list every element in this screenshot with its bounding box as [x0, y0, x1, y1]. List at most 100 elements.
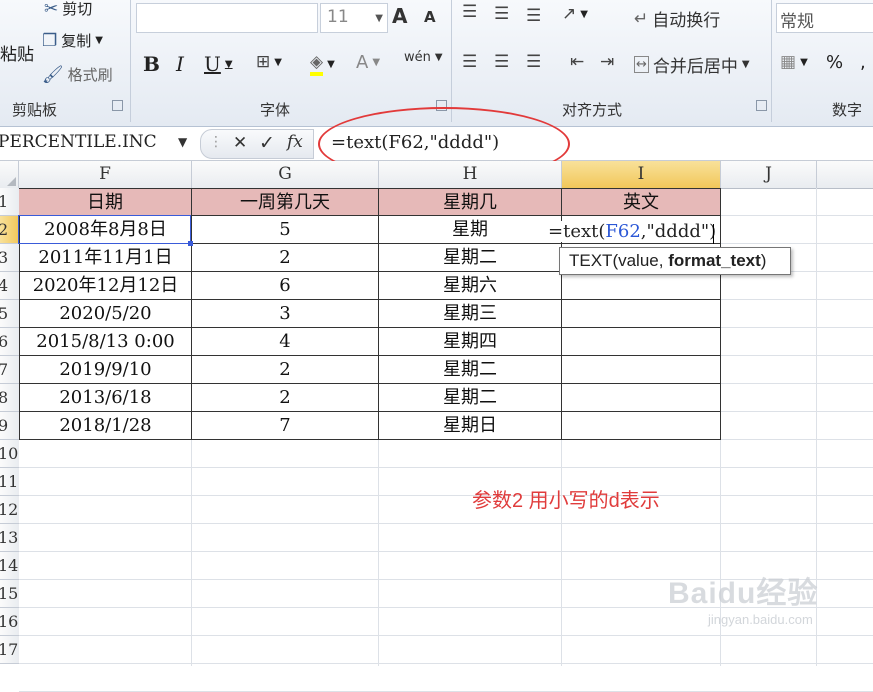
header-cell-english[interactable]: 英文	[562, 188, 721, 216]
english-cell[interactable]	[562, 328, 721, 356]
row-header[interactable]: 8	[0, 384, 19, 412]
row-header[interactable]: 7	[0, 356, 19, 384]
cut-button[interactable]: ✂ 剪切	[44, 0, 92, 19]
comma-button[interactable]: ,	[860, 52, 866, 73]
row-header[interactable]: 11	[0, 468, 19, 496]
weekday-cell[interactable]: 星期二	[379, 244, 562, 272]
column-header-f[interactable]: F	[19, 161, 192, 188]
row-gridline	[19, 467, 873, 468]
weekday-num-cell[interactable]: 6	[192, 272, 379, 300]
column-header-j[interactable]: J	[721, 161, 817, 188]
merge-center-button[interactable]: ↔ 合并后居中 ▼	[634, 52, 750, 77]
date-cell[interactable]: 2020/5/20	[19, 300, 192, 328]
number-format-combo[interactable]: 常规	[776, 3, 873, 33]
weekday-cell[interactable]: 星期四	[379, 328, 562, 356]
header-cell-weekday[interactable]: 星期几	[379, 188, 562, 216]
row-header[interactable]: 17	[0, 636, 19, 664]
weekday-num-cell[interactable]: 2	[192, 244, 379, 272]
column-header-h[interactable]: H	[379, 161, 562, 188]
row-header[interactable]: 1	[0, 188, 19, 216]
date-cell[interactable]: 2018/1/28	[19, 412, 192, 440]
paste-button[interactable]: 粘贴	[0, 40, 34, 65]
weekday-num-cell[interactable]: 7	[192, 412, 379, 440]
row-header[interactable]: 6	[0, 328, 19, 356]
phonetic-button[interactable]: wén ▼	[404, 50, 443, 65]
italic-button[interactable]: I	[176, 52, 184, 76]
row-header[interactable]: 2	[0, 216, 19, 244]
increase-indent-button[interactable]: ⇥	[600, 52, 614, 72]
align-left-button[interactable]: ☰	[462, 52, 477, 72]
row-header[interactable]: 3	[0, 244, 19, 272]
english-cell[interactable]	[562, 412, 721, 440]
wrap-text-button[interactable]: ↵ 自动换行	[634, 6, 720, 32]
row-header[interactable]: 16	[0, 608, 19, 636]
row-header[interactable]: 14	[0, 552, 19, 580]
bold-button[interactable]: B	[143, 52, 160, 76]
editor-func: =text(	[548, 221, 606, 242]
insert-function-button[interactable]: fx	[287, 132, 303, 152]
cancel-button[interactable]: ✕	[233, 133, 247, 153]
weekday-cell[interactable]: 星期二	[379, 384, 562, 412]
cell-editor[interactable]: =text(F62,"dddd")	[548, 221, 719, 242]
borders-button[interactable]: ⊞ ▼	[256, 52, 282, 72]
accounting-format-button[interactable]: ▦ ▼	[780, 52, 808, 72]
underline-button[interactable]: U ▼	[204, 52, 233, 76]
alignment-launcher-icon[interactable]	[756, 100, 767, 111]
row-header[interactable]: 10	[0, 440, 19, 468]
weekday-num-cell[interactable]: 4	[192, 328, 379, 356]
middle-align-button[interactable]: ☰	[494, 4, 509, 24]
weekday-num-cell[interactable]: 3	[192, 300, 379, 328]
align-right-button[interactable]: ☰	[526, 52, 541, 72]
row-header[interactable]: 13	[0, 524, 19, 552]
row-header[interactable]: 9	[0, 412, 19, 440]
weekday-num-cell[interactable]: 5	[192, 216, 379, 244]
row-header[interactable]: 5	[0, 300, 19, 328]
percent-button[interactable]: %	[826, 52, 843, 73]
decrease-indent-button[interactable]: ⇤	[570, 52, 584, 72]
top-align-button[interactable]: ☰	[462, 2, 477, 22]
weekday-cell[interactable]: 星期	[379, 216, 562, 244]
shrink-font-button[interactable]: A	[424, 8, 436, 26]
date-cell[interactable]: 2020年12月12日	[19, 272, 192, 300]
clipboard-launcher-icon[interactable]	[112, 100, 123, 111]
grow-font-button[interactable]: A	[392, 4, 407, 28]
fill-handle[interactable]	[188, 241, 193, 246]
date-cell[interactable]: 2013/6/18	[19, 384, 192, 412]
fill-color-button[interactable]: ◈ ▼	[310, 52, 335, 76]
date-cell[interactable]: 2015/8/13 0:00	[19, 328, 192, 356]
row-header[interactable]: 4	[0, 272, 19, 300]
header-cell-weekday-num[interactable]: 一周第几天	[192, 188, 379, 216]
english-cell[interactable]	[562, 300, 721, 328]
enter-button[interactable]: ✓	[259, 132, 275, 154]
english-cell[interactable]	[562, 384, 721, 412]
copy-button[interactable]: ❐ 复制 ▼	[42, 30, 103, 51]
align-center-icon: ☰	[494, 52, 510, 72]
chevron-down-icon[interactable]: ▼	[178, 135, 187, 149]
format-painter-button[interactable]: 🖌 格式刷	[42, 64, 113, 85]
weekday-cell[interactable]: 星期三	[379, 300, 562, 328]
date-cell[interactable]: 2019/9/10	[19, 356, 192, 384]
english-cell[interactable]	[562, 356, 721, 384]
weekday-cell[interactable]: 星期日	[379, 412, 562, 440]
bottom-align-button[interactable]: ☰	[526, 6, 541, 26]
row-header[interactable]: 12	[0, 496, 19, 524]
font-size-combo[interactable]: 11 ▼	[320, 3, 388, 33]
english-cell[interactable]	[562, 272, 721, 300]
orientation-button[interactable]: ↗ ▼	[562, 4, 588, 24]
weekday-num-cell[interactable]: 2	[192, 356, 379, 384]
column-header-i[interactable]: I	[562, 161, 721, 188]
row-header[interactable]: 15	[0, 580, 19, 608]
weekday-num-cell[interactable]: 2	[192, 384, 379, 412]
font-name-combo[interactable]	[136, 3, 318, 33]
select-all-corner[interactable]	[0, 161, 19, 188]
column-header-g[interactable]: G	[192, 161, 379, 188]
align-center-button[interactable]: ☰	[494, 52, 509, 72]
weekday-cell[interactable]: 星期二	[379, 356, 562, 384]
tooltip-arg[interactable]: format_text	[668, 251, 761, 270]
weekday-cell[interactable]: 星期六	[379, 272, 562, 300]
date-cell[interactable]: 2011年11月1日	[19, 244, 192, 272]
copy-icon: ❐	[42, 30, 58, 51]
header-cell-date[interactable]: 日期	[19, 188, 192, 216]
font-color-button[interactable]: A ▼	[356, 52, 380, 73]
name-box[interactable]: PERCENTILE.INC ▼	[0, 129, 198, 157]
